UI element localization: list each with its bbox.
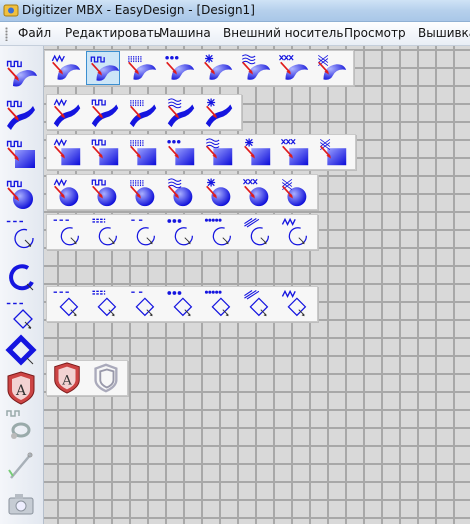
flyout-square-fill-zigzag-icon[interactable] — [50, 135, 84, 169]
menu-edit[interactable]: Редактировать — [65, 26, 161, 40]
flyout-square-fill — [46, 134, 356, 170]
app-logo-icon — [3, 4, 19, 17]
flyout-sweep-fill-cross-x-icon[interactable] — [276, 51, 310, 85]
flyout-circle-outline-zigzag-icon[interactable] — [278, 215, 312, 249]
flyout-diamond-outline — [46, 286, 318, 322]
flyout-circle-fill — [46, 174, 318, 210]
flyout-square-fill-mesh-icon[interactable] — [316, 135, 350, 169]
fill-area-square-block-icon[interactable] — [3, 136, 39, 172]
outline-diamond-icon[interactable] — [3, 298, 39, 334]
flyout-band-fill-dotted-icon[interactable] — [126, 95, 160, 129]
flyout-sweep-fill-square-wave-icon[interactable] — [86, 51, 120, 85]
camera-icon[interactable] — [3, 486, 39, 522]
flyout-band-fill-asterisk-icon[interactable] — [202, 95, 236, 129]
menu-view[interactable]: Просмотр — [344, 26, 406, 40]
fill-area-circle-icon[interactable] — [3, 176, 39, 212]
flyout-diamond-outline-dashed-icon[interactable] — [50, 287, 84, 321]
menu-embroidery[interactable]: Вышивка — [418, 26, 470, 40]
needle-icon[interactable] — [3, 448, 39, 484]
appliqué-shield-icon[interactable]: A — [3, 370, 39, 406]
flyout-diamond-outline-slashes-icon[interactable] — [240, 287, 274, 321]
menu-bar: Файл Редактировать Машина Внешний носите… — [0, 22, 470, 46]
outline-circle-icon[interactable] — [3, 216, 39, 252]
flyout-circle-fill-zigzag-icon[interactable] — [50, 175, 84, 209]
diamond-shape-icon[interactable] — [3, 332, 39, 368]
blue-arc-icon[interactable] — [3, 258, 39, 294]
flyout-diamond-outline-stars-icon[interactable] — [164, 287, 198, 321]
flyout-circle-outline-stars-icon[interactable] — [164, 215, 198, 249]
flyout-circle-fill-cross-x-icon[interactable] — [240, 175, 274, 209]
fill-area-square-icon[interactable] — [3, 56, 39, 92]
flyout-circle-fill-asterisk-icon[interactable] — [202, 175, 236, 209]
flyout-sweep-fill-dotted-icon[interactable] — [124, 51, 158, 85]
flyout-diamond-outline-double-dash-icon[interactable] — [88, 287, 122, 321]
flyout-sweep-fill-stars-icon[interactable] — [162, 51, 196, 85]
flyout-band-fill — [46, 94, 242, 130]
flyout-square-fill-waves-icon[interactable] — [202, 135, 236, 169]
flyout-band-fill-zigzag-icon[interactable] — [50, 95, 84, 129]
left-toolbar: A — [0, 46, 44, 524]
flyout-circle-outline-short-dash-icon[interactable] — [126, 215, 160, 249]
flyout-applique-shield-a-icon[interactable]: A — [50, 361, 84, 395]
flyout-circle-fill-waves-icon[interactable] — [164, 175, 198, 209]
flyout-sweep-fill-mesh-icon[interactable] — [314, 51, 348, 85]
menu-file[interactable]: Файл — [18, 26, 51, 40]
menu-machine[interactable]: Машина — [159, 26, 211, 40]
svg-text:A: A — [15, 383, 27, 399]
scissors-icon[interactable] — [3, 408, 39, 444]
flyout-applique-shield-outline-icon[interactable] — [88, 361, 122, 395]
flyout-circle-outline-double-dash-icon[interactable] — [88, 215, 122, 249]
flyout-band-fill-waves-icon[interactable] — [164, 95, 198, 129]
flyout-circle-outline-dashed-icon[interactable] — [50, 215, 84, 249]
flyout-sweep-fill-zigzag-icon[interactable] — [48, 51, 82, 85]
flyout-square-fill-dotted-icon[interactable] — [126, 135, 160, 169]
menu-external-media[interactable]: Внешний носитель — [223, 26, 343, 40]
flyout-circle-outline-slashes-icon[interactable] — [240, 215, 274, 249]
flyout-circle-fill-mesh-icon[interactable] — [278, 175, 312, 209]
flyout-sweep-fill-asterisk-icon[interactable] — [200, 51, 234, 85]
flyout-applique: A — [46, 360, 128, 396]
flyout-square-fill-cross-x-icon[interactable] — [278, 135, 312, 169]
flyout-circle-fill-dotted-icon[interactable] — [126, 175, 160, 209]
flyout-square-fill-stars-icon[interactable] — [164, 135, 198, 169]
flyout-sweep-fill — [44, 50, 354, 86]
flyout-circle-outline — [46, 214, 318, 250]
flyout-band-fill-square-wave-icon[interactable] — [88, 95, 122, 129]
flyout-sweep-fill-waves-icon[interactable] — [238, 51, 272, 85]
flyout-diamond-outline-zigzag-icon[interactable] — [278, 287, 312, 321]
svg-text:A: A — [61, 374, 72, 389]
title-bar: Digitizer MBX - EasyDesign - [Design1] — [0, 0, 470, 22]
flyout-circle-outline-dense-stars-icon[interactable] — [202, 215, 236, 249]
fill-area-band-icon[interactable] — [3, 96, 39, 132]
flyout-diamond-outline-short-dash-icon[interactable] — [126, 287, 160, 321]
flyout-circle-fill-square-wave-icon[interactable] — [88, 175, 122, 209]
flyout-diamond-outline-dense-stars-icon[interactable] — [202, 287, 236, 321]
window-title: Digitizer MBX - EasyDesign - [Design1] — [22, 3, 255, 17]
menu-grip-icon[interactable] — [5, 27, 8, 41]
flyout-square-fill-asterisk-icon[interactable] — [240, 135, 274, 169]
flyout-square-fill-square-wave-icon[interactable] — [88, 135, 122, 169]
